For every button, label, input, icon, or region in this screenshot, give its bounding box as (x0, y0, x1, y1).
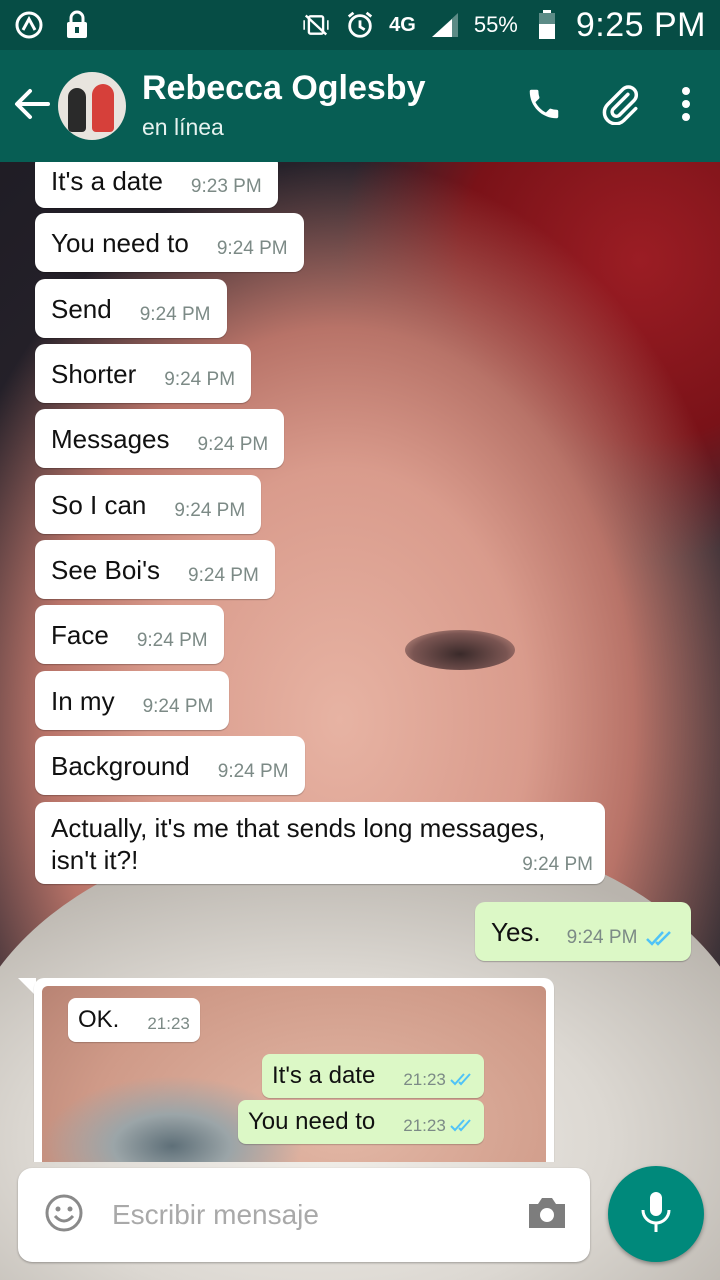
more-options-button[interactable] (658, 50, 714, 162)
message-text: Yes. (491, 916, 541, 947)
message-bubble[interactable]: Send 9:24 PM (35, 279, 227, 338)
voice-record-button[interactable] (608, 1166, 704, 1262)
image-message-time: 21:23 (403, 1070, 446, 1089)
message-time: 9:24 PM (522, 854, 593, 875)
message-bubble[interactable]: Messages 9:24 PM (35, 409, 285, 468)
battery-icon (532, 10, 562, 40)
message-time: 9:24 PM (136, 629, 208, 651)
message-bubble[interactable]: See Boi's 9:24 PM (35, 540, 275, 599)
message-bubble[interactable]: So I can 9:24 PM (35, 475, 262, 534)
attach-button[interactable] (582, 50, 658, 162)
message-bubble[interactable]: Actually, it's me that sends long messag… (35, 802, 605, 884)
message-time: 9:24 PM (197, 433, 269, 455)
message-text: See Boi's (51, 554, 161, 585)
back-button[interactable] (2, 50, 62, 162)
battery-percent: 55% (473, 12, 518, 37)
message-time: 9:24 PM (174, 499, 246, 521)
whatsapp-icon (14, 10, 44, 40)
image-message-time: 21:23 (147, 1014, 190, 1033)
paperclip-icon (599, 83, 641, 130)
contact-info[interactable]: Rebecca Oglesby en línea (142, 69, 506, 143)
image-message-bubble: You need to 21:23 (238, 1100, 484, 1144)
message-time: 9:24 PM (566, 926, 638, 948)
message-input[interactable] (110, 1198, 522, 1232)
contact-status: en línea (142, 114, 224, 140)
read-receipt-icon (450, 1066, 474, 1094)
screenshot-image[interactable]: OK. 21:23 It's a date 21:23 You need to … (42, 986, 546, 1162)
message-text: So I can (51, 489, 147, 520)
message-text: Actually, it's me that sends long messag… (51, 813, 546, 875)
message-bubble[interactable]: Face 9:24 PM (35, 605, 224, 664)
read-receipt-icon (450, 1112, 474, 1140)
image-message[interactable]: OK. 21:23 It's a date 21:23 You need to … (34, 978, 554, 1162)
message-text: It's a date (51, 166, 163, 196)
avatar[interactable] (58, 72, 126, 140)
more-vert-icon (681, 86, 691, 127)
camera-icon (525, 1195, 569, 1236)
mute-vibrate-icon (301, 10, 331, 40)
message-time: 9:24 PM (164, 368, 236, 390)
chat-header: Rebecca Oglesby en línea (0, 50, 720, 162)
message-bubble[interactable]: Background 9:24 PM (35, 736, 305, 795)
lock-icon (62, 10, 92, 40)
signal-icon (430, 10, 460, 40)
message-text: You need to (51, 227, 189, 258)
image-message-time: 21:23 (403, 1116, 446, 1135)
image-message-text: OK. (78, 1006, 120, 1033)
message-time: 9:24 PM (216, 237, 288, 259)
outgoing-message-bubble[interactable]: Yes. 9:24 PM (475, 902, 692, 961)
message-bubble[interactable]: In my 9:24 PM (35, 671, 230, 730)
message-text: Send (51, 293, 112, 324)
emoji-button[interactable] (42, 1193, 86, 1237)
message-bubble[interactable]: Shorter 9:24 PM (35, 344, 252, 403)
message-time: 9:24 PM (139, 303, 211, 325)
message-time: 9:24 PM (217, 760, 289, 782)
alarm-icon (345, 10, 375, 40)
message-composer (18, 1168, 590, 1262)
message-bubble[interactable]: It's a date 9:23 PM (35, 162, 278, 208)
status-bar: 4G 55% 9:25 PM (0, 0, 720, 50)
microphone-icon (639, 1190, 673, 1239)
camera-button[interactable] (522, 1190, 572, 1240)
message-text: Messages (51, 423, 170, 454)
image-message-bubble: It's a date 21:23 (262, 1054, 484, 1098)
message-bubble[interactable]: You need to 9:24 PM (35, 213, 304, 272)
back-arrow-icon (14, 88, 50, 125)
message-time: 9:24 PM (142, 695, 214, 717)
phone-icon (525, 85, 563, 128)
image-message-text: It's a date (272, 1062, 376, 1089)
message-text: Shorter (51, 358, 137, 389)
emoji-icon (44, 1193, 84, 1238)
read-receipt-icon (645, 928, 675, 948)
image-message-text: You need to (248, 1108, 376, 1135)
network-type: 4G (389, 14, 416, 36)
message-text: Background (51, 750, 190, 781)
message-text: In my (51, 685, 115, 716)
contact-name: Rebecca Oglesby (142, 69, 426, 107)
clock: 9:25 PM (575, 5, 706, 44)
message-list[interactable]: It's a date 9:23 PM You need to 9:24 PM … (0, 162, 720, 1162)
message-text: Face (51, 619, 109, 650)
message-time: 9:24 PM (188, 564, 259, 586)
message-time: 9:23 PM (190, 176, 262, 197)
call-button[interactable] (506, 50, 582, 162)
image-message-bubble: OK. 21:23 (68, 998, 200, 1042)
